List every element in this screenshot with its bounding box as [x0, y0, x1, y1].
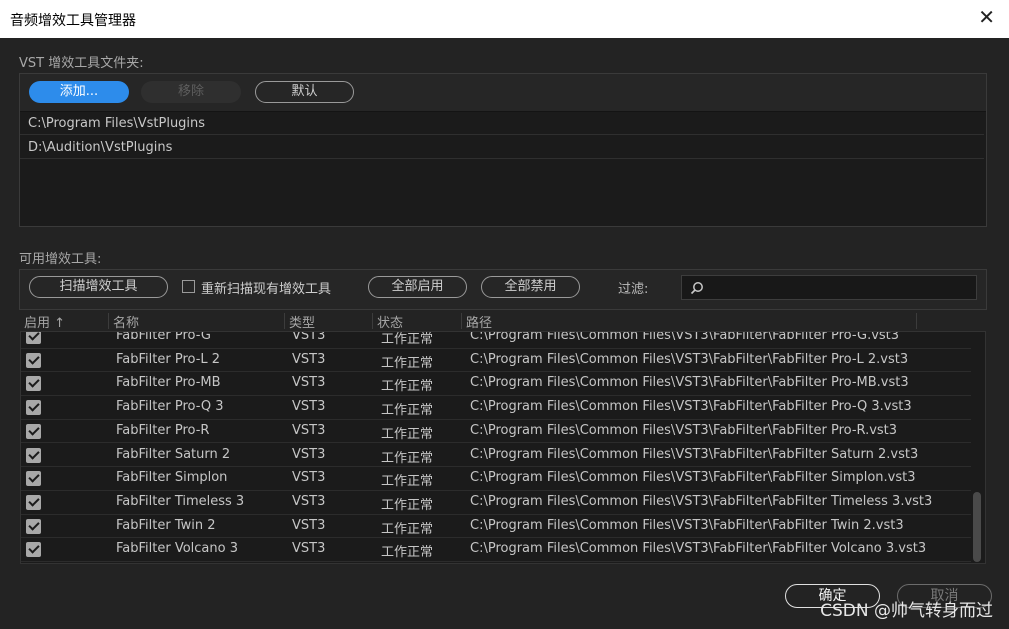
plugin-status: 工作正常: [381, 426, 434, 442]
rescan-label: 重新扫描现有增效工具: [201, 282, 332, 297]
plugin-path: C:\Program Files\Common Files\VST3\FabFi…: [470, 470, 916, 486]
plugin-status: 工作正常: [381, 474, 434, 490]
available-plugins-label: 可用增效工具:: [19, 252, 102, 267]
plugin-path: C:\Program Files\Common Files\VST3\FabFi…: [470, 399, 912, 415]
column-status[interactable]: 状态: [377, 312, 403, 331]
filter-label: 过滤:: [618, 282, 649, 297]
plugin-path: C:\Program Files\Common Files\VST3\FabFi…: [470, 375, 909, 391]
plugin-type: VST3: [292, 541, 326, 557]
add-folder-button[interactable]: 添加...: [29, 81, 129, 103]
table-row[interactable]: FabFilter Saturn 2 VST3 工作正常 C:\Program …: [21, 444, 971, 468]
plugin-type: VST3: [292, 351, 326, 367]
filter-input[interactable]: [681, 275, 977, 300]
plugin-name: FabFilter Simplon: [116, 470, 228, 486]
enabled-checkbox[interactable]: [26, 423, 41, 439]
plugin-name: FabFilter Pro-Q 3: [116, 399, 224, 415]
plugin-path: C:\Program Files\Common Files\VST3\FabFi…: [470, 517, 904, 533]
plugin-type: VST3: [292, 422, 326, 438]
column-divider[interactable]: [284, 313, 285, 329]
plugin-status: 工作正常: [381, 497, 434, 513]
column-enabled[interactable]: 启用 ↑: [24, 312, 65, 331]
plugin-status: 工作正常: [381, 521, 434, 537]
plugin-name: FabFilter Timeless 3: [116, 493, 245, 509]
vst-folder-label: VST 增效工具文件夹:: [19, 56, 144, 71]
rescan-checkbox[interactable]: [182, 280, 195, 293]
plugin-type: VST3: [292, 446, 326, 462]
enabled-checkbox[interactable]: [26, 471, 41, 487]
close-icon[interactable]: ✕: [978, 7, 995, 27]
enabled-checkbox[interactable]: [26, 494, 41, 510]
plugin-path: C:\Program Files\Common Files\VST3\FabFi…: [470, 493, 933, 509]
plugins-toolbar: 扫描增效工具 重新扫描现有增效工具 全部启用 全部禁用 过滤:: [19, 269, 987, 310]
column-divider[interactable]: [916, 313, 917, 329]
plugin-name: FabFilter Saturn 2: [116, 446, 231, 462]
vst-folder-toolbar: 添加... 移除 默认: [20, 74, 986, 112]
title-bar: 音频增效工具管理器 ✕: [0, 0, 1009, 38]
plugins-table-header: 启用 ↑ 名称 类型 状态 路径: [20, 311, 986, 331]
enabled-checkbox[interactable]: [26, 447, 41, 463]
plugin-type: VST3: [292, 331, 326, 343]
plugin-name: FabFilter Pro-G: [116, 331, 211, 343]
plugin-type: VST3: [292, 470, 326, 486]
table-row[interactable]: FabFilter Pro-R VST3 工作正常 C:\Program Fil…: [21, 420, 971, 444]
column-path[interactable]: 路径: [466, 312, 492, 331]
plugin-status: 工作正常: [381, 545, 434, 561]
column-divider[interactable]: [461, 313, 462, 329]
enabled-checkbox[interactable]: [26, 352, 41, 368]
table-row[interactable]: FabFilter Pro-MB VST3 工作正常 C:\Program Fi…: [21, 372, 971, 397]
table-row[interactable]: FabFilter Simplon VST3 工作正常 C:\Program F…: [21, 467, 971, 491]
default-folder-button[interactable]: 默认: [255, 81, 354, 103]
plugin-path: C:\Program Files\Common Files\VST3\FabFi…: [470, 541, 927, 557]
enabled-checkbox[interactable]: [26, 518, 41, 534]
column-divider[interactable]: [108, 313, 109, 329]
plugin-name: FabFilter Pro-MB: [116, 375, 221, 391]
plugin-name: FabFilter Pro-L 2: [116, 351, 221, 367]
plugins-list[interactable]: FabFilter Pro-G VST3 工作正常 C:\Program Fil…: [20, 331, 986, 564]
plugin-status: 工作正常: [381, 379, 434, 395]
enabled-checkbox[interactable]: [26, 542, 41, 558]
enabled-checkbox[interactable]: [26, 332, 41, 344]
plugin-status: 工作正常: [381, 355, 434, 371]
search-icon: [690, 282, 703, 295]
plugin-type: VST3: [292, 493, 326, 509]
column-type[interactable]: 类型: [289, 312, 315, 331]
plugin-type: VST3: [292, 375, 326, 391]
table-row[interactable]: FabFilter Twin 2 VST3 工作正常 C:\Program Fi…: [21, 515, 971, 539]
plugin-path: C:\Program Files\Common Files\VST3\FabFi…: [470, 446, 919, 462]
plugin-path: C:\Program Files\Common Files\VST3\FabFi…: [470, 351, 909, 367]
column-name[interactable]: 名称: [113, 312, 139, 331]
plugin-name: FabFilter Twin 2: [116, 517, 216, 533]
plugin-path: C:\Program Files\Common Files\VST3\FabFi…: [470, 422, 898, 438]
remove-folder-button[interactable]: 移除: [141, 81, 241, 103]
plugin-name: FabFilter Pro-R: [116, 422, 210, 438]
enabled-checkbox[interactable]: [26, 400, 41, 416]
column-enabled-label: 启用: [24, 316, 51, 331]
column-divider[interactable]: [372, 313, 373, 329]
plugin-name: FabFilter Volcano 3: [116, 541, 238, 557]
plugin-status: 工作正常: [381, 450, 434, 466]
scan-plugins-button[interactable]: 扫描增效工具: [29, 276, 168, 298]
table-row[interactable]: FabFilter Volcano 3 VST3 工作正常 C:\Program…: [21, 538, 971, 562]
enable-all-button[interactable]: 全部启用: [368, 276, 467, 298]
plugin-type: VST3: [292, 399, 326, 415]
folder-list-item[interactable]: C:\Program Files\VstPlugins: [20, 112, 984, 135]
table-row[interactable]: FabFilter Pro-L 2 VST3 工作正常 C:\Program F…: [21, 349, 971, 373]
table-row[interactable]: FabFilter Pro-G VST3 工作正常 C:\Program Fil…: [21, 331, 971, 349]
enabled-checkbox[interactable]: [26, 376, 41, 392]
list-scrollbar[interactable]: [973, 492, 981, 562]
plugin-status: 工作正常: [381, 332, 434, 347]
folder-list-item[interactable]: D:\Audition\VstPlugins: [20, 136, 984, 159]
window-title: 音频增效工具管理器: [10, 13, 136, 29]
table-row[interactable]: FabFilter Timeless 3 VST3 工作正常 C:\Progra…: [21, 491, 971, 515]
disable-all-button[interactable]: 全部禁用: [481, 276, 580, 298]
table-row[interactable]: FabFilter Pro-Q 3 VST3 工作正常 C:\Program F…: [21, 396, 971, 420]
plugin-type: VST3: [292, 517, 326, 533]
watermark: CSDN @帅气转身而过: [820, 601, 993, 621]
plugin-status: 工作正常: [381, 403, 434, 419]
sort-ascending-icon: ↑: [54, 316, 66, 331]
plugin-path: C:\Program Files\Common Files\VST3\FabFi…: [470, 331, 900, 343]
